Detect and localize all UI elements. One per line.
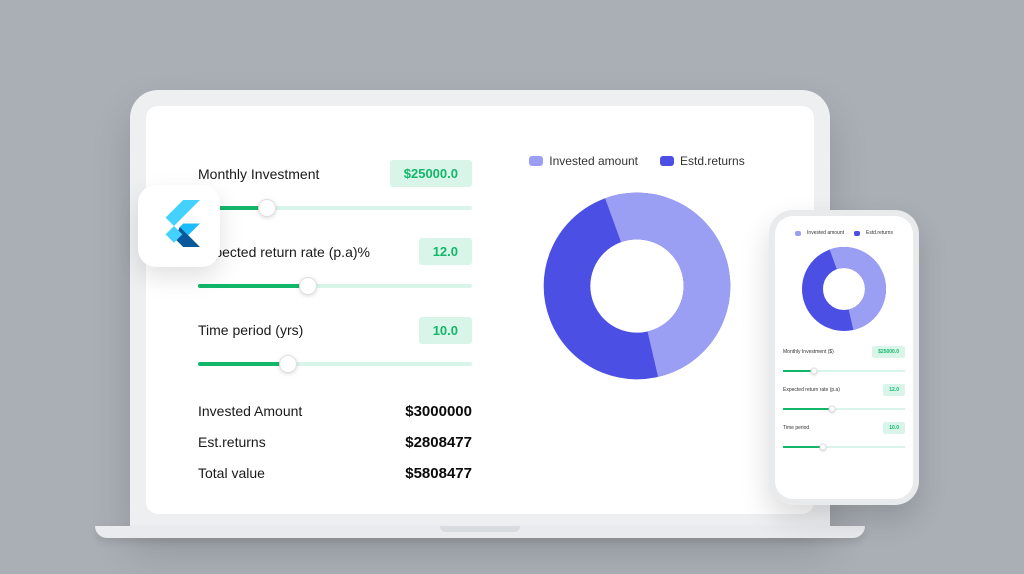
laptop-screen: Monthly Investment $25000.0 Expected ret… <box>146 106 814 514</box>
result-label: Total value <box>198 465 265 482</box>
phone-mockup: Invested amount Estd.returns Monthly Inv… <box>769 210 919 505</box>
slider-row-period: Time period (yrs) 10.0 <box>198 317 472 344</box>
legend-swatch-icon <box>854 231 860 236</box>
slider-value-pill: 12.0 <box>419 238 472 265</box>
phone-calculator-panel: Monthly Investment ($) $25000.0 Expected… <box>783 346 905 451</box>
result-label: Est.returns <box>198 434 266 451</box>
monthly-investment-slider[interactable] <box>198 197 472 218</box>
slider-label: Time period <box>783 425 809 431</box>
chart-legend: Invested amount Estd.returns <box>529 154 744 168</box>
slider-row-monthly: Monthly Investment $25000.0 <box>198 160 472 187</box>
slider-label: Monthly Investment <box>198 166 319 182</box>
legend-invested: Invested amount <box>529 154 638 168</box>
legend-returns: Estd.returns <box>660 154 745 168</box>
flutter-logo-badge <box>138 185 220 267</box>
phone-monthly-investment-slider[interactable] <box>783 367 905 375</box>
legend-returns: Estd.returns <box>854 230 893 236</box>
phone-return-rate-slider[interactable] <box>783 405 905 413</box>
slider-thumb[interactable] <box>299 277 317 295</box>
slider-thumb[interactable] <box>820 444 827 451</box>
slider-thumb[interactable] <box>810 368 817 375</box>
donut-chart <box>537 186 737 386</box>
slider-value-pill: 10.0 <box>419 317 472 344</box>
chart-column: Invested amount Estd.returns <box>512 154 762 482</box>
phone-time-period-slider[interactable] <box>783 443 905 451</box>
result-value: $2808477 <box>405 434 472 451</box>
phone-slider-row-monthly: Monthly Investment ($) $25000.0 <box>783 346 905 358</box>
laptop-base <box>95 526 865 538</box>
slider-thumb[interactable] <box>258 199 276 217</box>
results-block: Invested Amount $3000000 Est.returns $28… <box>198 403 472 482</box>
phone-screen: Invested amount Estd.returns Monthly Inv… <box>775 216 913 499</box>
flutter-icon <box>158 200 200 252</box>
result-value: $3000000 <box>405 403 472 420</box>
legend-swatch-icon <box>660 156 674 166</box>
laptop-notch <box>440 526 520 532</box>
slider-value-pill: $25000.0 <box>390 160 472 187</box>
slider-label: Expected return rate (p.a)% <box>198 244 370 260</box>
slider-value-pill: 12.0 <box>883 384 905 396</box>
legend-swatch-icon <box>795 231 801 236</box>
legend-label: Invested amount <box>807 230 844 236</box>
phone-donut-chart <box>799 244 889 334</box>
slider-value-pill: 10.0 <box>883 422 905 434</box>
time-period-slider[interactable] <box>198 354 472 375</box>
slider-label: Time period (yrs) <box>198 322 303 338</box>
slider-thumb[interactable] <box>828 406 835 413</box>
slider-thumb[interactable] <box>279 355 297 373</box>
phone-slider-row-rate: Expected return rate (p.a) 12.0 <box>783 384 905 396</box>
result-total: Total value $5808477 <box>198 465 472 482</box>
result-est-returns: Est.returns $2808477 <box>198 434 472 451</box>
legend-label: Estd.returns <box>680 154 745 168</box>
phone-slider-row-period: Time period 10.0 <box>783 422 905 434</box>
slider-value-pill: $25000.0 <box>872 346 905 358</box>
legend-swatch-icon <box>529 156 543 166</box>
result-label: Invested Amount <box>198 403 302 420</box>
legend-invested: Invested amount <box>795 230 844 236</box>
phone-chart-legend: Invested amount Estd.returns <box>795 230 893 236</box>
result-invested: Invested Amount $3000000 <box>198 403 472 420</box>
result-value: $5808477 <box>405 465 472 482</box>
slider-label: Monthly Investment ($) <box>783 349 834 355</box>
slider-row-rate: Expected return rate (p.a)% 12.0 <box>198 238 472 265</box>
slider-label: Expected return rate (p.a) <box>783 387 840 393</box>
laptop-mockup: Monthly Investment $25000.0 Expected ret… <box>130 90 830 530</box>
calculator-panel: Monthly Investment $25000.0 Expected ret… <box>198 154 472 482</box>
legend-label: Invested amount <box>549 154 638 168</box>
legend-label: Estd.returns <box>866 230 893 236</box>
return-rate-slider[interactable] <box>198 275 472 296</box>
